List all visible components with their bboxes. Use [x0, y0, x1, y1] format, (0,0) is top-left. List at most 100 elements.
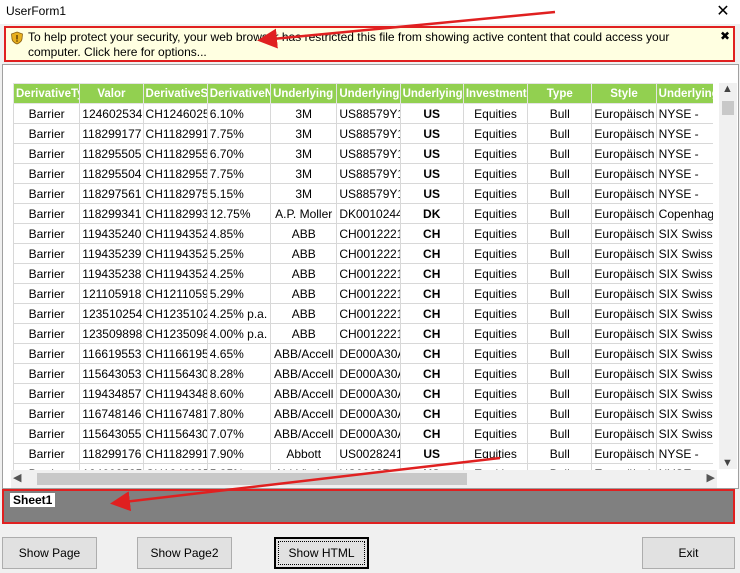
- show-page-button[interactable]: Show Page: [2, 537, 97, 569]
- table-cell: Bull: [527, 403, 593, 424]
- web-browser-frame: DerivativeTy Valor DerivativeS DerivativeN U…: [2, 64, 739, 489]
- table-cell: CH1182991: [142, 443, 208, 464]
- table-cell: 124602534: [79, 103, 144, 124]
- table-cell: Equities: [462, 103, 529, 124]
- table-cell: 118299176: [79, 443, 144, 464]
- table-cell: CH1182955: [142, 163, 208, 184]
- table-cell: US88579Y1: [336, 123, 401, 144]
- table-cell: 5.15%: [206, 183, 272, 204]
- table-cell: Barrier: [13, 163, 81, 184]
- table-cell: Europäisch: [591, 443, 657, 464]
- table-header-row: DerivativeTy Valor DerivativeS DerivativeN U…: [13, 83, 713, 104]
- table-cell: 8.28%: [206, 363, 272, 384]
- table-row: Barrier 118299177 CH1182991 7.75% 3M US88579Y…: [13, 123, 713, 144]
- table-cell: Bull: [527, 343, 593, 364]
- horizontal-scrollbar[interactable]: ◀ ▶: [11, 470, 717, 488]
- column-header: Underlying: [655, 83, 713, 104]
- table-cell: DE000A30A: [336, 403, 401, 424]
- table-cell: Bull: [527, 323, 593, 344]
- show-html-page-button[interactable]: Show HTML Page: [274, 537, 369, 569]
- table-cell: ABB/Accell: [270, 403, 338, 424]
- table-cell: CH: [399, 383, 464, 404]
- horizontal-scroll-thumb[interactable]: [37, 473, 467, 485]
- title-bar: UserForm1 ✕: [0, 0, 740, 24]
- table-cell: Equities: [462, 363, 529, 384]
- table-cell: Equities: [462, 423, 529, 444]
- window-close-icon[interactable]: ✕: [712, 1, 734, 23]
- table-row: Barrier 118295504 CH1182955 7.75% 3M US88579Y…: [13, 163, 713, 184]
- table-cell: CH: [399, 363, 464, 384]
- table-row: Barrier 119435240 CH1194352 4.85% ABB CH00122…: [13, 223, 713, 244]
- table-cell: ABB/Accell: [270, 383, 338, 404]
- table-cell: DE000A30A: [336, 343, 401, 364]
- table-cell: Barrier: [13, 303, 81, 324]
- table-cell: Abbott: [270, 443, 338, 464]
- security-infobar[interactable]: To help protect your security, your web …: [4, 26, 735, 62]
- table-cell: Europäisch: [591, 303, 657, 324]
- table-cell: Barrier: [13, 243, 81, 264]
- scroll-down-icon[interactable]: ▼: [722, 457, 733, 469]
- table-cell: CH1194352: [142, 223, 208, 244]
- table-cell: CH1194348: [142, 383, 208, 404]
- table-cell: Bull: [527, 203, 593, 224]
- column-header: Type: [527, 83, 593, 104]
- table-cell: Barrier: [13, 223, 81, 244]
- table-cell: 118295505: [79, 143, 144, 164]
- table-cell: ABB/Accell: [270, 343, 338, 364]
- table-cell: Europäisch: [591, 123, 657, 144]
- table-cell: Equities: [462, 183, 529, 204]
- infobar-message[interactable]: To help protect your security, your web …: [28, 30, 708, 60]
- table-cell: ABB/Accell: [270, 423, 338, 444]
- table-cell: Copenhage: [655, 203, 713, 224]
- table-cell: CH: [399, 323, 464, 344]
- table-cell: US88579Y1: [336, 143, 401, 164]
- shield-warning-icon: [11, 31, 23, 45]
- table-cell: Europäisch: [591, 203, 657, 224]
- table-cell: 115643055: [79, 423, 144, 444]
- exit-button[interactable]: Exit: [642, 537, 735, 569]
- table-cell: 118297561: [79, 183, 144, 204]
- table-cell: CH1246025: [142, 103, 208, 124]
- table-cell: Bull: [527, 183, 593, 204]
- table-cell: CH1182993: [142, 203, 208, 224]
- table-cell: SIX Swiss: [655, 263, 713, 284]
- table-cell: Barrier: [13, 423, 81, 444]
- table-cell: Europäisch: [591, 423, 657, 444]
- table-cell: CH1235098: [142, 323, 208, 344]
- column-header: Style: [591, 83, 657, 104]
- table-cell: Europäisch: [591, 403, 657, 424]
- vertical-scrollbar[interactable]: ▲ ▼: [719, 83, 737, 469]
- column-header: Underlying: [270, 83, 338, 104]
- table-cell: ABB: [270, 223, 338, 244]
- table-cell: CH0012221: [336, 323, 401, 344]
- infobar-close-icon[interactable]: ✖: [720, 29, 730, 43]
- scroll-up-icon[interactable]: ▲: [722, 83, 733, 95]
- sheet-tab[interactable]: Sheet1: [10, 493, 56, 507]
- scroll-right-icon[interactable]: ▶: [707, 471, 715, 484]
- table-cell: ABB: [270, 283, 338, 304]
- table-cell: 3M: [270, 163, 338, 184]
- column-header: Valor: [79, 83, 144, 104]
- table-row: Barrier 118295505 CH1182955 6.70% 3M US88579Y…: [13, 143, 713, 164]
- table-cell: US: [399, 103, 464, 124]
- scroll-left-icon[interactable]: ◀: [13, 471, 21, 484]
- table-cell: 5.25%: [206, 243, 272, 264]
- table-cell: CH: [399, 303, 464, 324]
- vertical-scroll-thumb[interactable]: [722, 101, 734, 115]
- table-cell: CH0012221: [336, 263, 401, 284]
- table-cell: Barrier: [13, 283, 81, 304]
- table-cell: 119434857: [79, 383, 144, 404]
- table-cell: Equities: [462, 263, 529, 284]
- table-cell: CH: [399, 343, 464, 364]
- show-page2-button[interactable]: Show Page2: [137, 537, 232, 569]
- table-cell: 6.10%: [206, 103, 272, 124]
- table-cell: Equities: [462, 143, 529, 164]
- table-cell: SIX Swiss: [655, 303, 713, 324]
- table-cell: Barrier: [13, 123, 81, 144]
- table-cell: Bull: [527, 283, 593, 304]
- table-cell: CH1194352: [142, 243, 208, 264]
- table-cell: US: [399, 163, 464, 184]
- table-cell: NYSE -: [655, 163, 713, 184]
- table-cell: 115643053: [79, 363, 144, 384]
- table-cell: Equities: [462, 383, 529, 404]
